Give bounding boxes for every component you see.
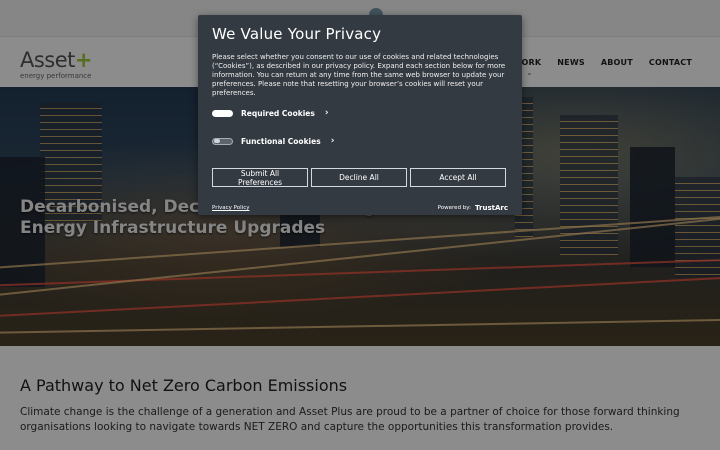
privacy-dialog: We Value Your Privacy Please select whet… [198,15,522,215]
required-cookies-label: Required Cookies [241,108,315,118]
privacy-description: Please select whether you consent to our… [212,53,506,97]
chevron-right-icon[interactable]: › [331,136,335,146]
chevron-right-icon[interactable]: › [325,108,329,118]
privacy-actions: Submit All Preferences Decline All Accep… [212,168,506,187]
page: Asset+ energy performance ⌄ OUR WORK NEW… [0,0,720,450]
trustarc-logo: TrustArc [475,204,508,212]
submit-preferences-button[interactable]: Submit All Preferences [212,168,308,187]
decline-all-button[interactable]: Decline All [311,168,407,187]
accept-all-button[interactable]: Accept All [410,168,506,187]
required-cookies-toggle[interactable] [212,109,233,117]
functional-cookies-toggle[interactable] [212,137,233,145]
powered-by: Powered by: TrustArc [438,204,508,212]
powered-by-label: Powered by: [437,205,472,211]
privacy-policy-link[interactable]: Privacy Policy [212,205,249,211]
functional-cookies-label: Functional Cookies [241,136,321,146]
privacy-title: We Value Your Privacy [212,25,382,43]
required-cookies-row[interactable]: Required Cookies › [212,107,329,119]
functional-cookies-row[interactable]: Functional Cookies › [212,135,334,147]
